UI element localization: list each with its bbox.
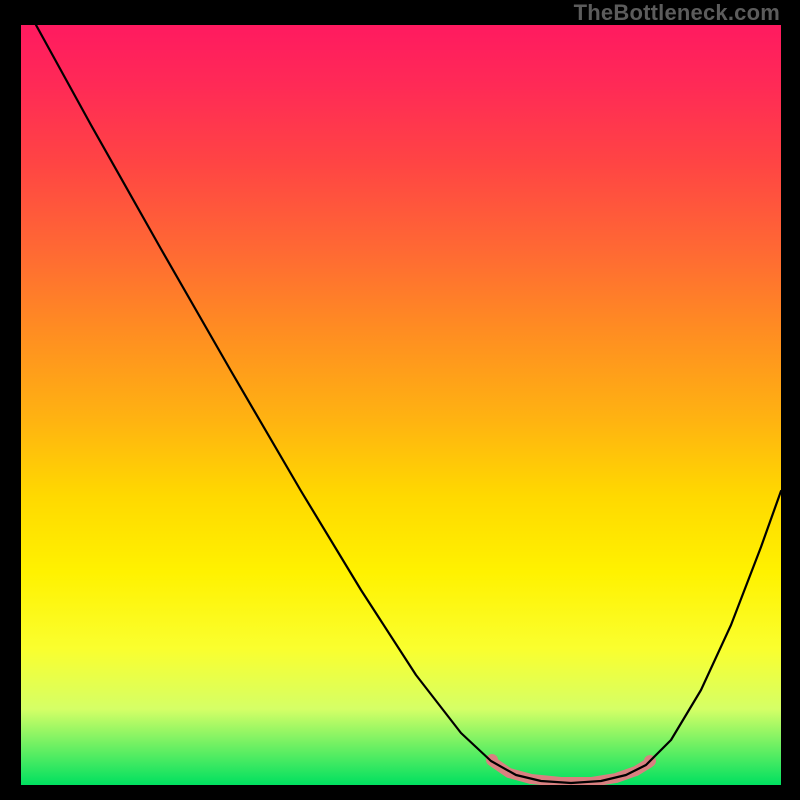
highlight-band-path [493,762,649,782]
bottleneck-curve-path [36,25,781,783]
chart-container: TheBottleneck.com [0,0,800,800]
plot-area [21,25,781,785]
watermark-label: TheBottleneck.com [574,0,780,26]
curve-svg [21,25,781,785]
